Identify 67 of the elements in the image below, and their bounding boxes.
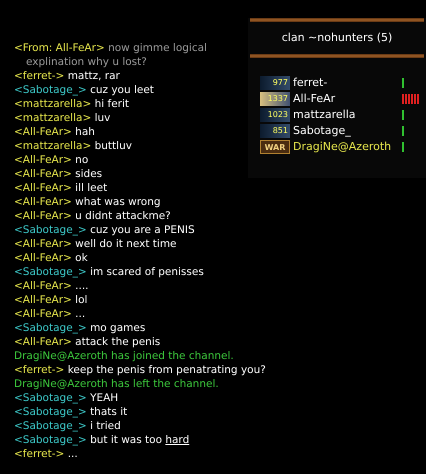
chat-message: ... [68, 448, 78, 460]
user-name: <Sabotage_> [14, 392, 87, 404]
user-name: <Sabotage_> [14, 224, 87, 236]
chat-message: hi ferit [94, 98, 130, 110]
chat-message: mo games [90, 322, 146, 334]
chat-message: YEAH [90, 392, 118, 404]
user-name: <All-FeAr> [14, 196, 72, 208]
rank-badge: 851 [260, 124, 290, 138]
user-name: <Sabotage_> [14, 84, 87, 96]
war-badge: WAR [260, 140, 290, 154]
chat-message: thats it [90, 406, 128, 418]
chat-message: u didnt attackme? [75, 210, 171, 222]
chat-message: attack the penis [75, 336, 160, 348]
chat-message: ... [75, 308, 86, 320]
chat-message: no [75, 154, 88, 166]
user-name: <All-FeAr> [14, 336, 72, 348]
chat-message: lol [75, 294, 88, 306]
user-name[interactable]: All-FeAr [293, 91, 399, 107]
rank-badge: 1023 [260, 108, 290, 122]
user-name: <All-FeAr> [14, 126, 72, 138]
rank-badge: 977 [260, 76, 290, 90]
chat-message: ill leet [75, 182, 108, 194]
system-message: DragiNe@Azeroth has joined the channel. [14, 350, 234, 362]
user-name[interactable]: DragiNe@Azeroth [293, 139, 399, 155]
chat-message: luv [94, 112, 110, 124]
user-name: <Sabotage_> [14, 434, 87, 446]
user-name: <Sabotage_> [14, 266, 87, 278]
user-name: <All-FeAr> [14, 238, 72, 250]
link[interactable]: hard [165, 434, 190, 446]
chat-message: im scared of penisses [90, 266, 204, 278]
user-name: <All-FeAr> [14, 210, 72, 222]
channel-title: clan ~nohunters (5) [280, 30, 394, 46]
user-name[interactable]: mattzarella [293, 107, 399, 123]
user-name: <All-FeAr> [14, 168, 72, 180]
whisper-message: <From: All-FeAr> now gimme logical explination why u lost? [14, 41, 208, 69]
user-name: <Sabotage_> [14, 406, 87, 418]
chat-message: cuz you leet [90, 84, 154, 96]
user-name: <Sabotage_> [14, 322, 87, 334]
chat-message: cuz you are a PENIS [90, 224, 195, 236]
rank-badge: 1337 [260, 92, 290, 106]
chat-message: keep the penis from penatrating you? [68, 364, 266, 376]
user-name: <ferret-> [14, 448, 64, 460]
user-name[interactable]: Sabotage_ [293, 123, 399, 139]
user-name: <All-FeAr> [14, 182, 72, 194]
chat-message: i tried [90, 420, 121, 432]
user-name[interactable]: ferret- [293, 75, 399, 91]
chat-message: buttluv [94, 140, 132, 152]
user-name: <All-FeAr> [14, 280, 72, 292]
user-name: <All-FeAr> [14, 154, 72, 166]
user-name: <mattzarella> [14, 140, 92, 152]
user-name: <mattzarella> [14, 98, 92, 110]
chat-message: sides [75, 168, 102, 180]
chat-message: but it was too hard [90, 434, 190, 446]
chat-message: well do it next time [75, 238, 177, 250]
user-name: <ferret-> [14, 70, 64, 82]
chat-message: hah [75, 126, 95, 138]
chat-message: mattz, rar [68, 70, 120, 82]
user-name: <All-FeAr> [14, 308, 72, 320]
system-message: DragiNe@Azeroth has left the channel. [14, 378, 219, 390]
chat-message: what was wrong [75, 196, 161, 208]
user-name: <mattzarella> [14, 112, 92, 124]
user-name: <All-FeAr> [14, 252, 72, 264]
chat-message: .... [75, 280, 89, 292]
chat-message: ok [75, 252, 88, 264]
user-name: <ferret-> [14, 364, 64, 376]
user-name: <All-FeAr> [14, 294, 72, 306]
user-name: <Sabotage_> [14, 420, 87, 432]
